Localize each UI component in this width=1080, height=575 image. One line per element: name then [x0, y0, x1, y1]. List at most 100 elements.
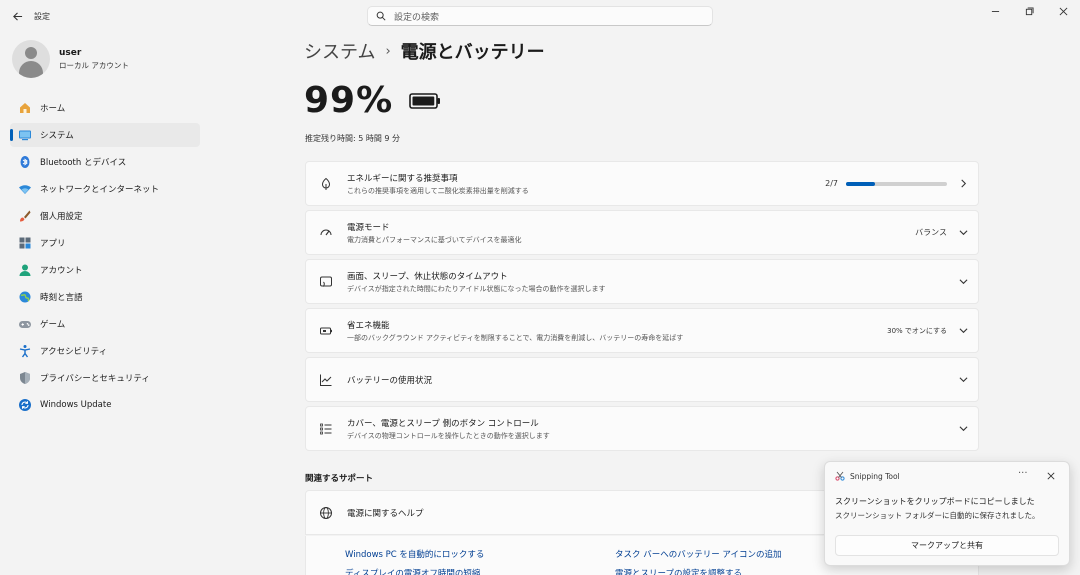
leaf-icon	[308, 177, 344, 191]
sidebar-item-label: Windows Update	[40, 400, 112, 410]
card-title: 省エネ機能	[347, 320, 390, 331]
home-icon	[17, 100, 33, 116]
sidebar-item-label: ホーム	[40, 104, 66, 114]
sidebar-item-label: ネットワークとインターネット	[40, 185, 160, 195]
toast-header: Snipping Tool	[835, 471, 900, 481]
sidebar-item-apps[interactable]: アプリ	[10, 231, 200, 255]
sidebar-item-time-language[interactable]: 時刻と言語	[10, 285, 200, 309]
breadcrumb-parent-link[interactable]: システム	[304, 38, 375, 64]
sidebar-item-label: ゲーム	[40, 320, 66, 330]
help-link-auto-lock[interactable]: Windows PC を自動的にロックする	[345, 548, 484, 560]
apps-icon	[17, 235, 33, 251]
card-desc: 電力消費とパフォーマンスに基づいてデバイスを最適化	[347, 235, 522, 244]
toast-close-button[interactable]	[1044, 469, 1058, 483]
usage-chart-icon	[308, 373, 344, 387]
battery-estimate: 推定残り時間: 5 時間 9 分	[305, 134, 401, 143]
help-link-taskbar-battery[interactable]: タスク バーへのバッテリー アイコンの追加	[615, 548, 781, 560]
search-box[interactable]: 設定の検索	[367, 6, 713, 26]
toast-app-name: Snipping Tool	[850, 471, 900, 481]
breadcrumb-separator: ›	[385, 43, 391, 59]
button-controls-card[interactable]: カバー、電源とスリープ 側のボタン コントロール デバイスの物理コントロールを操…	[305, 406, 979, 451]
sidebar-item-label: アクセシビリティ	[40, 347, 108, 357]
accessibility-icon	[17, 343, 33, 359]
sidebar-item-label: 個人用設定	[40, 212, 83, 222]
minimize-button[interactable]	[978, 0, 1012, 22]
sidebar-item-accounts[interactable]: アカウント	[10, 258, 200, 282]
close-window-button[interactable]	[1046, 0, 1080, 22]
power-mode-icon	[308, 226, 344, 240]
card-title: 電源モード	[347, 222, 390, 233]
minimize-icon	[991, 10, 999, 12]
snipping-tool-notification[interactable]: Snipping Tool ··· スクリーンショットをクリップボードにコピーし…	[824, 461, 1070, 566]
search-input[interactable]: 設定の検索	[394, 10, 439, 23]
energy-recommendations-card[interactable]: エネルギーに関する推奨事項 これらの推奨事項を適用して二酸化炭素排出量を削減する…	[305, 161, 979, 206]
avatar	[12, 40, 50, 78]
card-title: 画面、スリープ、休止状態のタイムアウト	[347, 271, 508, 282]
shield-icon	[17, 370, 33, 386]
help-link-display-off[interactable]: ディスプレイの電源オフ時間の短縮	[345, 567, 480, 575]
list-icon	[308, 422, 344, 436]
energy-saver-card[interactable]: 省エネ機能 一部のバックグラウンド アクティビティを制限することで、電力消費を削…	[305, 308, 979, 353]
markup-share-button[interactable]: マークアップと共有	[835, 535, 1059, 556]
battery-status: 99%	[304, 80, 441, 121]
sidebar-item-system[interactable]: システム	[10, 123, 200, 147]
sidebar-item-gaming[interactable]: ゲーム	[10, 312, 200, 336]
sidebar-item-label: システム	[40, 131, 74, 141]
snipping-tool-icon	[835, 471, 845, 481]
battery-usage-card[interactable]: バッテリーの使用状況	[305, 357, 979, 402]
recommendations-count: 2/7	[825, 179, 838, 188]
profile-name: user	[59, 47, 82, 58]
card-desc: これらの推奨事項を適用して二酸化炭素排出量を削減する	[347, 186, 529, 195]
chevron-down-icon	[959, 426, 968, 432]
globe-icon	[17, 289, 33, 305]
gamepad-icon	[17, 316, 33, 332]
close-icon	[1047, 472, 1055, 480]
chevron-down-icon	[959, 230, 968, 236]
sidebar-item-personalization[interactable]: 個人用設定	[10, 204, 200, 228]
sidebar-item-bluetooth[interactable]: Bluetooth とデバイス	[10, 150, 200, 174]
toast-message: スクリーンショットをクリップボードにコピーしました	[835, 497, 1035, 506]
sidebar-item-network[interactable]: ネットワークとインターネット	[10, 177, 200, 201]
profile-account-type: ローカル アカウント	[59, 60, 129, 70]
sidebar-item-label: アプリ	[40, 239, 66, 249]
related-support-heading: 関連するサポート	[305, 474, 374, 484]
system-icon	[17, 127, 33, 143]
sidebar-item-label: プライバシーとセキュリティ	[40, 374, 150, 384]
restore-icon	[1025, 6, 1034, 15]
energy-saver-value: 30% でオンにする	[887, 326, 947, 335]
search-icon	[376, 11, 386, 21]
brush-icon	[17, 208, 33, 224]
user-profile[interactable]: user ローカル アカウント	[12, 40, 129, 78]
card-title: バッテリーの使用状況	[347, 375, 433, 386]
screen-timeout-icon	[308, 275, 344, 289]
back-button[interactable]	[8, 7, 26, 25]
screen-sleep-card[interactable]: 画面、スリープ、休止状態のタイムアウト デバイスが指定された時間にわたりアイドル…	[305, 259, 979, 304]
sidebar-item-privacy[interactable]: プライバシーとセキュリティ	[10, 366, 200, 390]
power-mode-select[interactable]: バランス	[915, 227, 947, 238]
help-card-title: 電源に関するヘルプ	[347, 508, 424, 519]
account-icon	[17, 262, 33, 278]
sidebar-item-home[interactable]: ホーム	[10, 96, 200, 120]
sidebar-item-accessibility[interactable]: アクセシビリティ	[10, 339, 200, 363]
sidebar-item-windows-update[interactable]: Windows Update	[10, 393, 200, 417]
energy-saver-icon	[308, 324, 344, 338]
maximize-button[interactable]	[1012, 0, 1046, 22]
card-title: カバー、電源とスリープ 側のボタン コントロール	[347, 418, 539, 429]
chevron-down-icon	[959, 328, 968, 334]
sidebar-item-label: アカウント	[40, 266, 83, 276]
card-desc: デバイスの物理コントロールを操作したときの動作を選択します	[347, 431, 550, 440]
chevron-right-icon	[961, 179, 967, 188]
toast-submessage: スクリーンショット フォルダーに自動的に保存されました。	[835, 511, 1040, 520]
power-mode-card[interactable]: 電源モード 電力消費とパフォーマンスに基づいてデバイスを最適化 バランス	[305, 210, 979, 255]
card-desc: 一部のバックグラウンド アクティビティを制限することで、電力消費を削減し、バッテ…	[347, 333, 684, 342]
wifi-icon	[17, 181, 33, 197]
title-bar: 設定 設定の検索	[0, 0, 1080, 32]
recommendations-progress	[846, 181, 947, 186]
app-title: 設定	[34, 12, 50, 21]
help-link-power-sleep[interactable]: 電源とスリープの設定を調整する	[615, 567, 742, 575]
sidebar-item-label: 時刻と言語	[40, 293, 83, 303]
toast-more-button[interactable]: ···	[1018, 468, 1028, 479]
card-desc: デバイスが指定された時間にわたりアイドル状態になった場合の動作を選択します	[347, 284, 606, 293]
sidebar-item-label: Bluetooth とデバイス	[40, 158, 127, 168]
sidebar-nav: ホーム システム Bluetooth とデバイス ネットワークとインターネット …	[10, 96, 200, 420]
